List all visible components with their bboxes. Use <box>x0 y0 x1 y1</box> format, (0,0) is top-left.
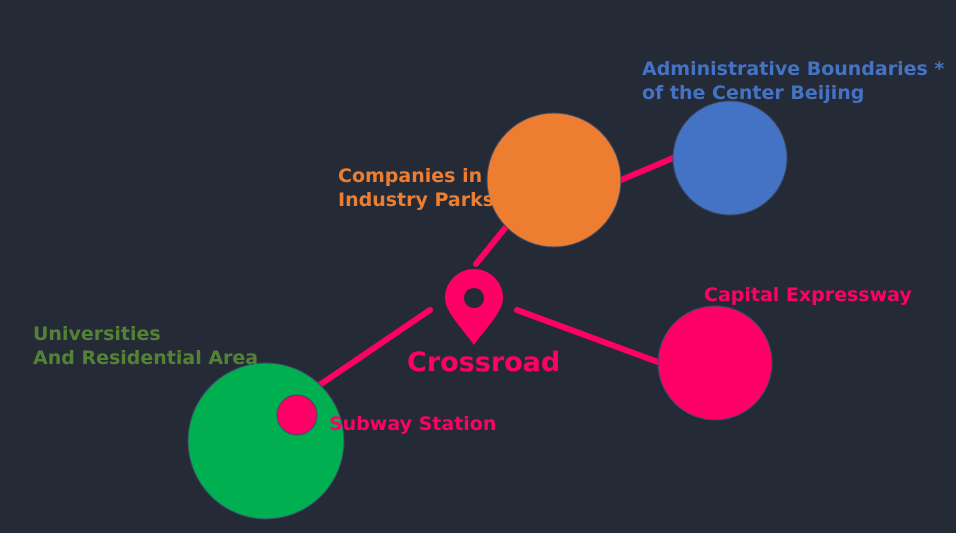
diagram-canvas: Administrative Boundaries * of the Cente… <box>0 0 956 533</box>
subway-label: Subway Station <box>329 413 497 435</box>
administrative-label: Administrative Boundaries * of the Cente… <box>642 58 945 104</box>
capital-expressway-node <box>657 305 773 421</box>
companies-label: Companies in Industry Parks <box>338 165 495 211</box>
connector-companies-administrative <box>618 155 676 183</box>
universities-node <box>187 362 345 520</box>
crossroad-label: Crossroad <box>407 347 561 378</box>
capital-expressway-label: Capital Expressway <box>704 284 912 306</box>
connector-crossroad-companies <box>473 224 509 267</box>
subway-node <box>276 394 318 436</box>
universities-label: Universities And Residential Area <box>33 323 259 369</box>
map-pin-icon <box>445 269 503 345</box>
administrative-node <box>672 100 788 216</box>
companies-node <box>486 112 622 248</box>
